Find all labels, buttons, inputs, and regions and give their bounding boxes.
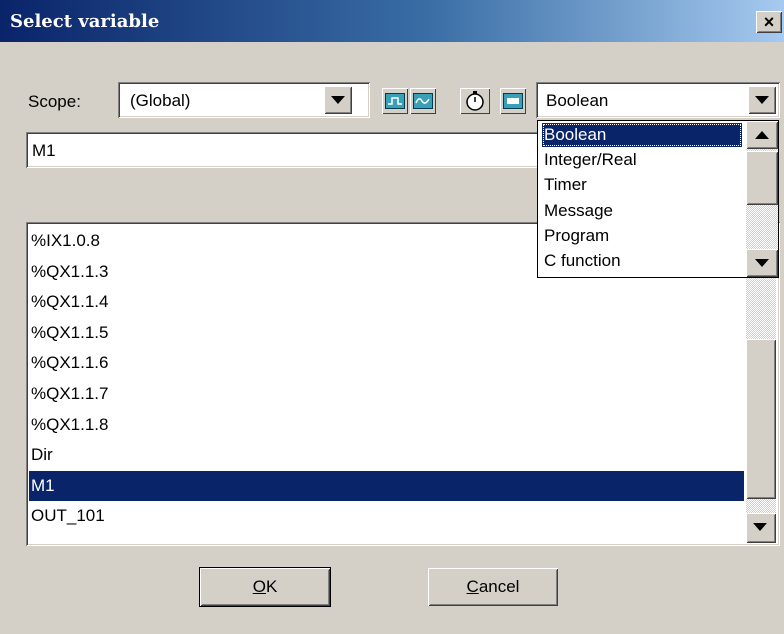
io-filter-button[interactable]	[382, 88, 408, 114]
arrow-down-icon	[755, 259, 769, 267]
analog-icon	[413, 93, 433, 109]
variable-list-item[interactable]: %QX1.1.4	[29, 287, 744, 317]
close-button[interactable]: ×	[756, 11, 782, 33]
timer-filter-button[interactable]	[460, 88, 490, 114]
type-option[interactable]: Message	[542, 199, 742, 223]
message-icon	[503, 93, 523, 109]
variable-list-item[interactable]: %QX1.1.5	[29, 318, 744, 348]
scope-dropdown-button[interactable]	[324, 86, 352, 114]
scope-label: Scope:	[28, 92, 81, 111]
type-option[interactable]: Boolean	[542, 123, 742, 147]
scope-value: (Global)	[130, 91, 191, 110]
type-value: Boolean	[546, 91, 609, 110]
timer-icon	[466, 91, 484, 111]
ok-label: K	[265, 577, 278, 596]
io-icon	[385, 93, 405, 109]
cancel-label: ancel	[478, 577, 520, 596]
arrow-down-icon	[753, 523, 767, 531]
variable-list-item[interactable]: M1	[29, 470, 744, 501]
analog-filter-button[interactable]	[410, 88, 436, 114]
type-option[interactable]: Program	[542, 224, 742, 248]
select-variable-dialog: Select variable × Scope: (Global) Boolea…	[0, 0, 784, 634]
type-dropdown-button[interactable]	[748, 86, 776, 114]
scope-dropdown[interactable]: (Global)	[118, 82, 370, 118]
cancel-mnemonic: C	[466, 577, 479, 596]
variable-list-item[interactable]: Dir	[29, 440, 744, 470]
arrow-up-icon	[755, 131, 769, 139]
variable-list-item[interactable]: OUT_101	[29, 501, 744, 531]
ok-button[interactable]: OK	[200, 568, 330, 606]
type-option[interactable]: Timer	[542, 173, 742, 197]
message-filter-button[interactable]	[500, 88, 526, 114]
scroll-down-button[interactable]	[746, 249, 778, 277]
cancel-button[interactable]: Cancel	[428, 568, 558, 606]
type-list-scrollbar[interactable]	[746, 121, 778, 277]
scrollbar-thumb[interactable]	[746, 339, 776, 499]
variable-list-item[interactable]: %QX1.1.6	[29, 348, 744, 378]
variable-list-item[interactable]: %QX1.1.7	[29, 379, 744, 409]
type-dropdown-list[interactable]: Boolean Integer/Real Timer Message Program C …	[537, 120, 779, 278]
variable-list-item[interactable]: %QX1.1.8	[29, 410, 744, 440]
title-bar[interactable]: Select variable ×	[0, 0, 784, 42]
ok-mnemonic: O	[252, 577, 266, 596]
type-dropdown[interactable]: Boolean	[536, 82, 780, 118]
scroll-down-button[interactable]	[746, 513, 776, 543]
type-option[interactable]: C function	[542, 249, 742, 273]
variable-name-input[interactable]: M1	[26, 132, 542, 168]
chevron-down-icon	[755, 96, 769, 104]
scrollbar-thumb[interactable]	[746, 151, 778, 205]
scroll-up-button[interactable]	[746, 121, 778, 149]
window-title: Select variable	[10, 11, 160, 32]
variable-name-value: M1	[32, 141, 56, 160]
chevron-down-icon	[331, 96, 345, 104]
type-option[interactable]: Integer/Real	[542, 148, 742, 172]
